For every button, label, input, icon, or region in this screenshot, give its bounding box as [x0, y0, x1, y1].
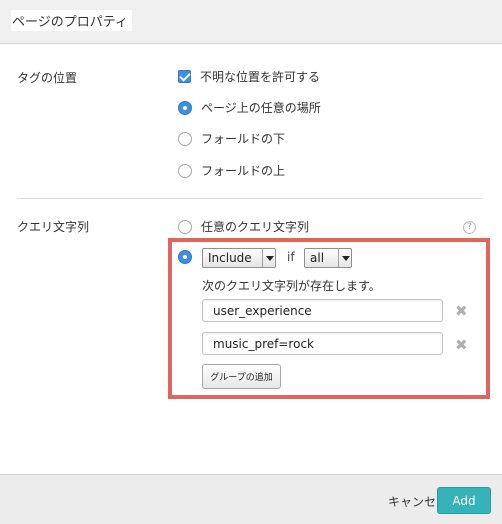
dialog-title: ページのプロパティ [11, 10, 132, 31]
dialog-header: ページのプロパティ [0, 0, 502, 44]
if-label: if [287, 250, 295, 264]
match-all-value: all [310, 251, 325, 265]
include-mode-select[interactable]: Include [202, 248, 276, 268]
include-mode-value: Include [208, 251, 252, 265]
radio-anywhere-on-page[interactable]: ページ上の任意の場所 [178, 99, 321, 116]
remove-icon[interactable]: ✖ [455, 338, 468, 353]
chevron-down-icon [262, 249, 275, 267]
radio-any-query-label: 任意のクエリ文字列 [201, 220, 310, 234]
radio-unselected-icon[interactable] [178, 219, 192, 234]
help-icon[interactable]: ? [463, 221, 476, 234]
radio-anywhere-label: ページ上の任意の場所 [201, 101, 321, 115]
query-string-label: クエリ文字列 [17, 220, 90, 234]
match-all-select[interactable]: all [304, 248, 352, 268]
add-button[interactable]: Add [437, 487, 491, 514]
checkbox-checked-icon[interactable] [178, 70, 191, 83]
radio-unselected-icon[interactable] [178, 163, 192, 178]
radio-above-fold[interactable]: フォールドの上 [178, 162, 285, 179]
radio-above-fold-label: フォールドの上 [201, 164, 286, 178]
query-value-input-2[interactable] [202, 332, 443, 355]
radio-condition-selected-icon[interactable] [178, 250, 192, 264]
radio-unselected-icon[interactable] [178, 131, 192, 146]
allow-unknown-checkbox[interactable]: 不明な位置を許可する [178, 68, 320, 85]
chevron-down-icon [338, 249, 351, 267]
radio-selected-icon[interactable] [178, 100, 192, 115]
remove-icon[interactable]: ✖ [455, 304, 468, 319]
radio-below-fold[interactable]: フォールドの下 [178, 130, 285, 147]
query-value-input-1[interactable] [202, 299, 443, 322]
radio-any-query-string[interactable]: 任意のクエリ文字列 [178, 218, 309, 235]
add-group-button[interactable]: グループの追加 [202, 364, 281, 389]
condition-description: 次のクエリ文字列が存在します。 [202, 279, 381, 293]
tag-position-label: タグの位置 [17, 71, 78, 85]
section-divider [17, 198, 483, 199]
radio-below-fold-label: フォールドの下 [201, 132, 286, 146]
allow-unknown-label: 不明な位置を許可する [200, 70, 321, 84]
